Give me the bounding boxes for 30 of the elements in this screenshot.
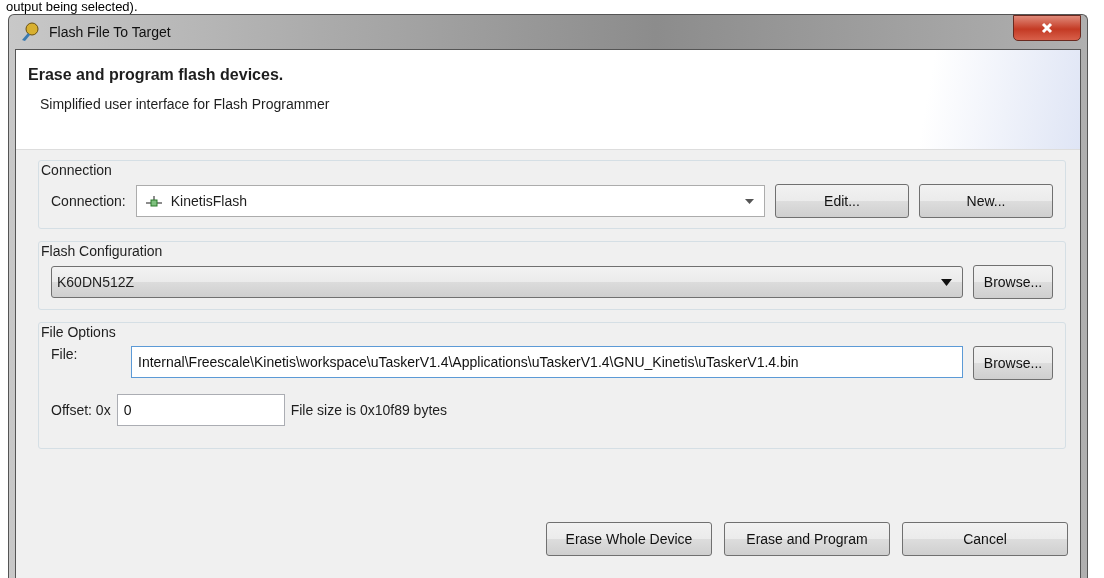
file-label: File: xyxy=(51,346,79,362)
close-button[interactable] xyxy=(1013,15,1081,41)
header-description: Simplified user interface for Flash Programmer xyxy=(39,96,331,112)
dialog-button[interactable]: Erase Whole Device xyxy=(546,522,712,556)
app-icon xyxy=(19,21,41,43)
page-caption: output being selected). xyxy=(5,0,139,14)
file-path-field[interactable]: Internal\Freescale\Kinetis\workspace\uTaskerV1.4\Applications\uTaskerV1.4\GNU_Kinetis\uTaskerV1.4.bin xyxy=(131,346,963,378)
connector-icon xyxy=(144,195,163,207)
caret-icon xyxy=(745,198,754,204)
dialog-button[interactable]: Edit... xyxy=(775,184,909,218)
window-title: Flash File To Target xyxy=(49,24,171,40)
dialog-button[interactable]: Erase and Program xyxy=(724,522,890,556)
configuration-value: K60DN512Z xyxy=(57,274,135,290)
group-title: Flash Configuration xyxy=(41,242,164,261)
offset-field[interactable]: 0 xyxy=(116,394,285,426)
group-title: Connection xyxy=(41,161,113,180)
browse-button[interactable]: Browse... xyxy=(973,346,1053,380)
close-icon xyxy=(1041,22,1053,34)
browse-button[interactable]: Browse... xyxy=(973,265,1053,299)
file-size-text: File size is 0x10f89 bytes xyxy=(290,402,448,418)
dialog-button[interactable]: Cancel xyxy=(902,522,1068,556)
header-title: Erase and program flash devices. xyxy=(28,66,285,84)
connection-label: Connection: xyxy=(51,193,126,209)
offset-label: Offset: 0x xyxy=(51,402,111,418)
configuration-select[interactable]: K60DN512Z xyxy=(51,266,963,298)
group-title: File Options xyxy=(41,323,117,342)
caret-icon xyxy=(941,278,952,286)
dialog-button[interactable]: New... xyxy=(919,184,1053,218)
connection-value: KinetisFlash xyxy=(170,193,247,209)
connection-combo[interactable]: KinetisFlash xyxy=(135,185,765,217)
